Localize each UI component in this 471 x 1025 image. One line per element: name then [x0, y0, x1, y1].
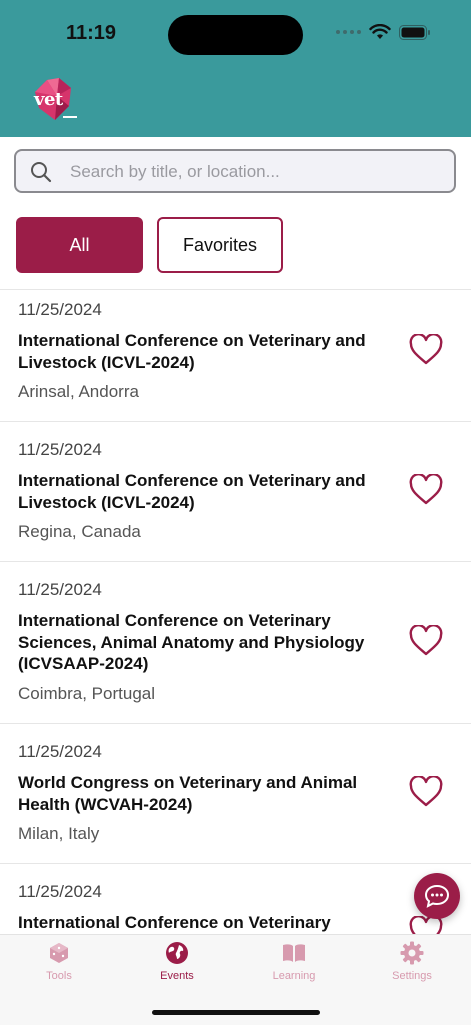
event-location: Arinsal, Andorra [18, 382, 139, 401]
events-list: 11/25/2024 International Conference on V… [0, 290, 471, 934]
app-header: 11:19 vet [0, 0, 471, 137]
signal-dots-icon [336, 30, 361, 34]
tab-events[interactable]: Events [137, 941, 217, 982]
event-title: International Conference on Veterinary [18, 913, 331, 932]
filter-favorites-button[interactable]: Favorites [157, 217, 283, 273]
event-date: 11/25/2024 [18, 580, 102, 599]
event-date: 11/25/2024 [18, 440, 102, 459]
filter-favorites-label: Favorites [182, 234, 258, 255]
filter-all-label: All [69, 234, 90, 255]
event-date: 11/25/2024 [18, 882, 102, 901]
tab-events-label: Events [160, 970, 194, 982]
dynamic-island [168, 15, 303, 55]
favorite-heart-icon[interactable] [408, 474, 444, 506]
event-location: Regina, Canada [18, 522, 141, 541]
tab-tools-label: Tools [46, 970, 72, 982]
event-location: Coimbra, Portugal [18, 684, 156, 703]
dice-icon [50, 943, 68, 963]
favorite-heart-icon[interactable] [408, 334, 444, 366]
battery-icon [399, 24, 430, 40]
event-location: Milan, Italy [18, 824, 100, 843]
chat-bubble-icon [424, 884, 450, 908]
event-item[interactable]: 11/25/2024 International Conference on V… [0, 864, 471, 934]
event-item[interactable]: 11/25/2024 International Conference on V… [0, 562, 471, 724]
logo-text: vet [34, 89, 63, 110]
home-indicator [152, 1010, 320, 1015]
tab-tools[interactable]: Tools [19, 941, 99, 982]
gear-icon [400, 941, 424, 965]
event-title: International Conference on Veterinary S… [18, 611, 365, 673]
favorite-heart-icon[interactable] [408, 625, 444, 657]
event-date: 11/25/2024 [18, 742, 102, 761]
search-icon [31, 162, 52, 183]
favorite-heart-icon[interactable] [408, 776, 444, 808]
chat-button[interactable] [414, 873, 460, 919]
book-icon [283, 944, 305, 962]
tab-settings-label: Settings [392, 970, 432, 982]
event-title: World Congress on Veterinary and Animal … [18, 773, 358, 814]
event-title: International Conference on Veterinary a… [18, 471, 366, 512]
search-input[interactable] [68, 157, 442, 187]
globe-icon [166, 942, 188, 964]
event-item[interactable]: 11/25/2024 International Conference on V… [0, 290, 471, 422]
filter-all-button[interactable]: All [16, 217, 143, 273]
tab-settings[interactable]: Settings [372, 941, 452, 982]
search-bar[interactable] [14, 149, 456, 193]
event-item[interactable]: 11/25/2024 World Congress on Veterinary … [0, 724, 471, 864]
tab-learning[interactable]: Learning [254, 941, 334, 982]
event-title: International Conference on Veterinary a… [18, 331, 366, 372]
wifi-icon [369, 24, 391, 39]
event-date: 11/25/2024 [18, 300, 102, 319]
status-time: 11:19 [66, 22, 117, 44]
tab-learning-label: Learning [272, 970, 316, 982]
event-item[interactable]: 11/25/2024 International Conference on V… [0, 422, 471, 562]
status-icons [336, 24, 431, 40]
